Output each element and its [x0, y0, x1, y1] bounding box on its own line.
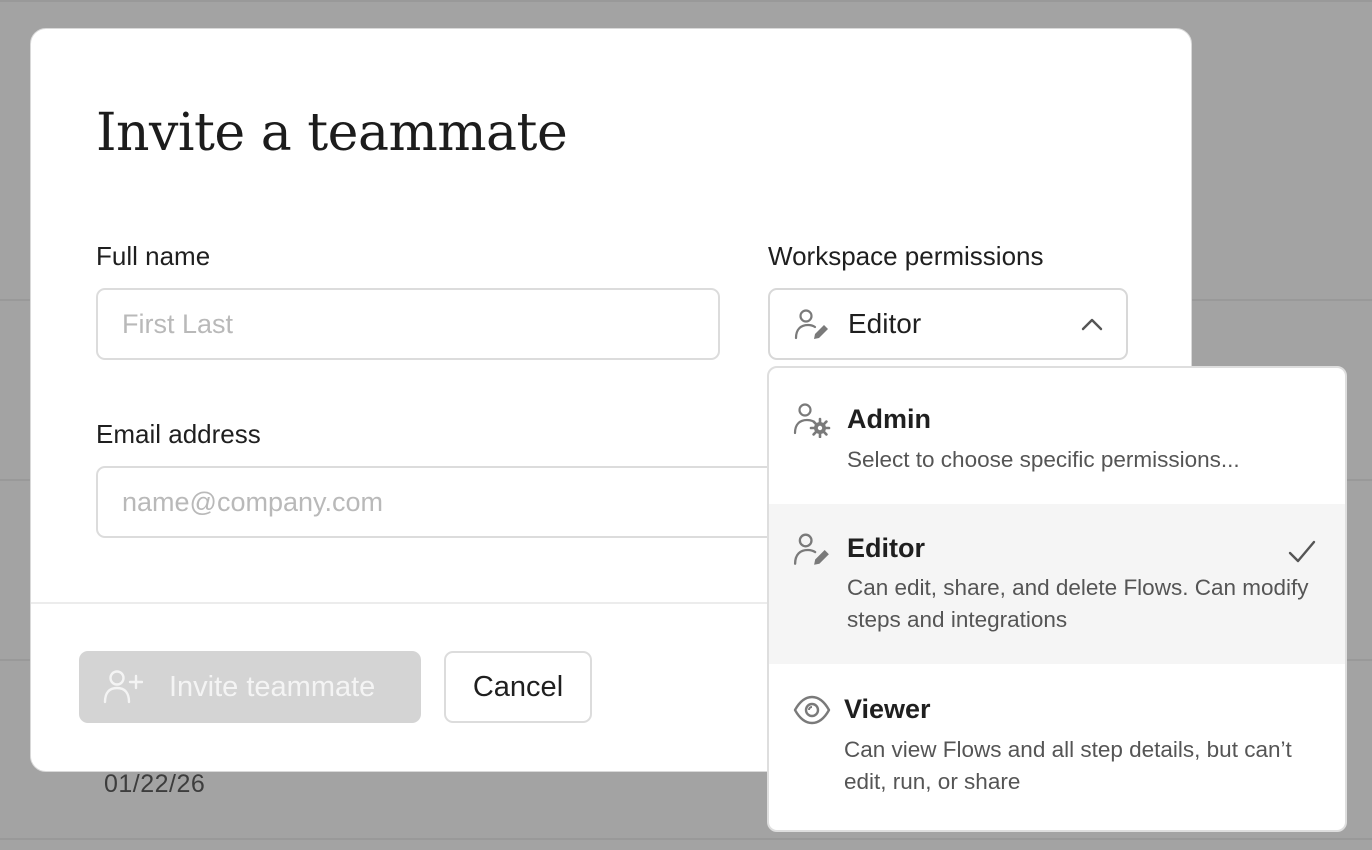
- cancel-button[interactable]: Cancel: [444, 651, 592, 723]
- eye-icon: [793, 695, 831, 725]
- email-address-label: Email address: [96, 419, 261, 449]
- workspace-permissions-select[interactable]: Editor: [768, 288, 1128, 360]
- permission-option-editor[interactable]: Editor Can edit, share, and delete Flows…: [769, 504, 1345, 664]
- background-row-divider: [0, 838, 1372, 840]
- option-description: Select to choose specific permissions...: [847, 447, 1240, 472]
- full-name-input[interactable]: [96, 288, 720, 360]
- invite-teammate-button[interactable]: Invite teammate: [79, 651, 421, 723]
- option-title: Admin: [847, 404, 931, 434]
- email-address-input[interactable]: [96, 466, 856, 538]
- modal-title: Invite a teammate: [96, 103, 568, 163]
- chevron-up-icon: [1081, 318, 1103, 331]
- full-name-label: Full name: [96, 241, 211, 271]
- selected-permission: Editor: [848, 308, 922, 339]
- permission-option-viewer[interactable]: Viewer Can view Flows and all step detai…: [769, 664, 1345, 830]
- option-description: Can view Flows and all step details, but…: [844, 737, 1292, 794]
- option-description: Can edit, share, and delete Flows. Can m…: [847, 575, 1309, 632]
- background-row-divider: [0, 0, 1372, 2]
- checkmark-icon: [1288, 540, 1316, 563]
- workspace-permissions-label: Workspace permissions: [768, 241, 1044, 271]
- option-title: Viewer: [844, 694, 931, 724]
- user-plus-icon: [103, 670, 143, 704]
- option-title: Editor: [847, 533, 925, 563]
- permissions-dropdown-menu: Admin Select to choose specific permissi…: [767, 366, 1347, 832]
- background-date: 01/22/26: [104, 770, 206, 798]
- user-gear-icon: [793, 403, 831, 438]
- user-edit-icon: [794, 309, 828, 340]
- permission-option-admin[interactable]: Admin Select to choose specific permissi…: [769, 368, 1345, 504]
- invite-teammate-label: Invite teammate: [169, 670, 376, 703]
- user-edit-icon: [793, 533, 829, 565]
